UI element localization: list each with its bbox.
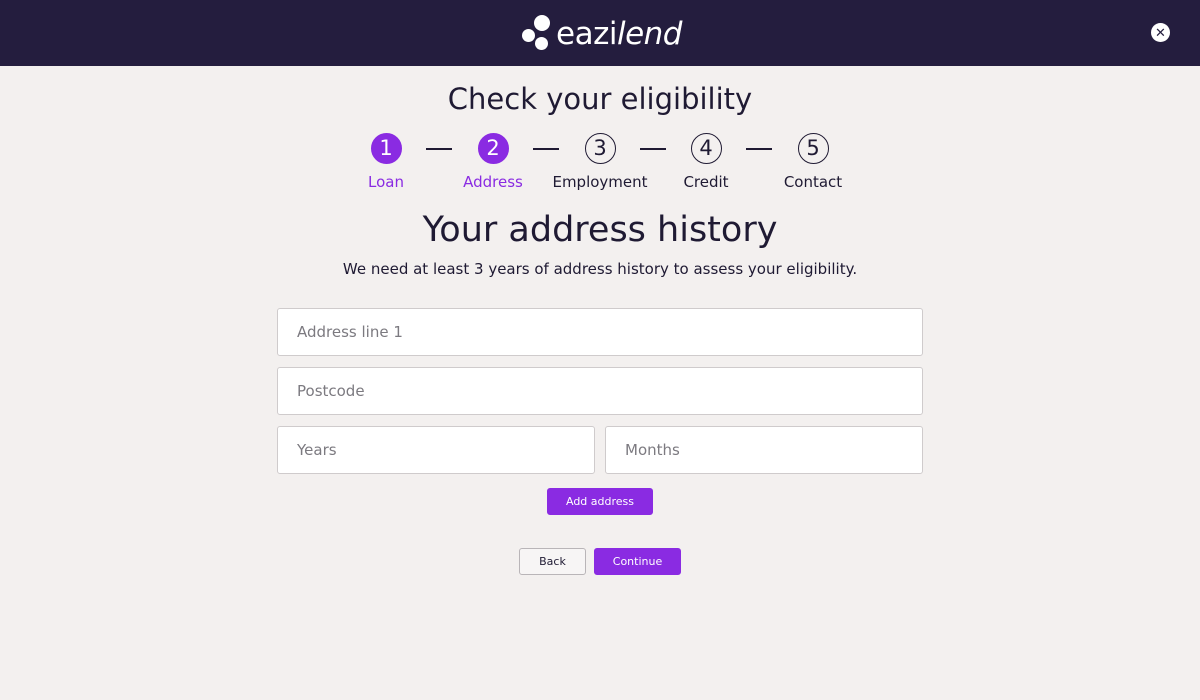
step-label: Loan	[368, 173, 404, 191]
step-loan[interactable]: 1 Loan	[331, 133, 441, 191]
top-bar: eazilend ✕	[0, 0, 1200, 66]
step-number: 2	[477, 133, 509, 164]
step-number: 5	[797, 133, 829, 164]
postcode-input[interactable]	[277, 367, 923, 415]
years-input[interactable]	[277, 426, 595, 474]
address-line-1-input[interactable]	[277, 308, 923, 356]
page-title: Check your eligibility	[447, 82, 753, 116]
step-contact[interactable]: 5 Contact	[758, 133, 868, 191]
progress-stepper: 1 Loan 2 Address 3 Employment 4 Credit 5…	[0, 133, 1200, 193]
step-number: 3	[584, 133, 616, 164]
eazilend-logo[interactable]: eazilend	[522, 14, 682, 54]
step-number: 4	[690, 133, 722, 164]
step-label: Employment	[552, 173, 648, 191]
step-number: 1	[370, 133, 402, 164]
logo-text: eazilend	[556, 16, 682, 52]
step-credit[interactable]: 4 Credit	[651, 133, 761, 191]
step-label: Credit	[683, 173, 729, 191]
back-button[interactable]: Back	[519, 548, 586, 575]
close-icon[interactable]: ✕	[1151, 23, 1170, 42]
step-label: Contact	[783, 173, 843, 191]
section-subtitle: We need at least 3 years of address hist…	[342, 260, 858, 278]
step-employment[interactable]: 3 Employment	[545, 133, 655, 191]
add-address-button[interactable]: Add address	[547, 488, 653, 515]
continue-button[interactable]: Continue	[594, 548, 681, 575]
section-title: Your address history	[422, 210, 778, 250]
logo-dots-icon	[522, 15, 552, 53]
step-address[interactable]: 2 Address	[438, 133, 548, 191]
step-label: Address	[463, 173, 523, 191]
months-input[interactable]	[605, 426, 923, 474]
